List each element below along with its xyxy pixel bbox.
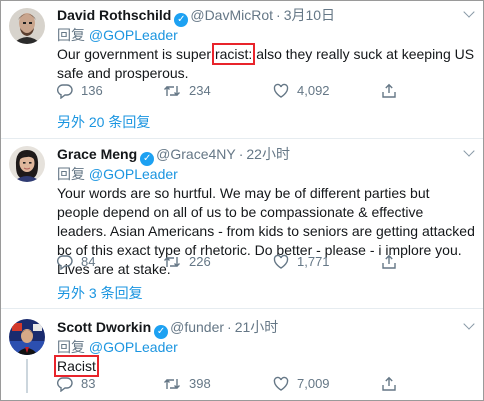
like-count: 1,771 bbox=[297, 254, 330, 269]
tweet-actions: 83 398 7,009 bbox=[57, 375, 477, 393]
chevron-down-icon[interactable] bbox=[463, 145, 475, 157]
tweet-header: David Rothschild ✓ @DavMicRot · 3月10日 bbox=[57, 6, 475, 27]
separator: · bbox=[238, 146, 244, 162]
separator: · bbox=[227, 319, 232, 335]
share-icon bbox=[382, 376, 396, 391]
reply-button[interactable]: 83 bbox=[57, 375, 95, 393]
reply-icon bbox=[57, 255, 73, 270]
chevron-down-icon[interactable] bbox=[463, 318, 475, 330]
reply-icon bbox=[57, 377, 73, 392]
separator: · bbox=[276, 7, 281, 23]
like-button[interactable]: 1,771 bbox=[273, 253, 330, 271]
share-icon bbox=[382, 83, 396, 98]
reply-count: 83 bbox=[81, 376, 96, 391]
tweet-replies-panel: David Rothschild ✓ @DavMicRot · 3月10日 回复 @GO… bbox=[0, 0, 484, 401]
author-handle[interactable]: @DavMicRot bbox=[190, 7, 273, 23]
timestamp[interactable]: 3月10日 bbox=[284, 7, 335, 23]
tweet-text: Our government is super racist: also the… bbox=[57, 43, 475, 83]
author-name[interactable]: David Rothschild bbox=[57, 7, 171, 23]
retweet-icon bbox=[164, 86, 180, 96]
retweet-button[interactable]: 234 bbox=[163, 82, 211, 100]
timestamp[interactable]: 21小时 bbox=[235, 319, 279, 335]
author-name[interactable]: Scott Dworkin bbox=[57, 319, 151, 335]
like-icon bbox=[273, 83, 289, 98]
divider bbox=[1, 308, 483, 309]
author-name[interactable]: Grace Meng bbox=[57, 146, 137, 162]
like-count: 4,092 bbox=[297, 83, 330, 98]
retweet-icon bbox=[164, 257, 180, 267]
chevron-down-icon[interactable] bbox=[463, 6, 475, 18]
tweet-actions: 84 226 1,771 bbox=[57, 253, 477, 271]
divider bbox=[1, 138, 483, 139]
retweet-icon bbox=[164, 379, 180, 389]
avatar[interactable] bbox=[9, 146, 45, 182]
reply-label: 回复 bbox=[57, 27, 85, 43]
reply-context: 回复 @GOPLeader bbox=[57, 338, 475, 356]
reply-button[interactable]: 136 bbox=[57, 82, 103, 100]
retweet-count: 226 bbox=[189, 254, 211, 269]
tweet-text: Racist bbox=[54, 355, 475, 377]
mention-link[interactable]: @GOPLeader bbox=[89, 27, 178, 43]
tweet-header: Scott Dworkin ✓ @funder · 21小时 bbox=[57, 318, 475, 339]
reply-label: 回复 bbox=[57, 166, 85, 182]
retweet-count: 234 bbox=[189, 83, 211, 98]
author-handle[interactable]: @funder bbox=[170, 319, 224, 335]
like-button[interactable]: 7,009 bbox=[273, 375, 330, 393]
avatar[interactable] bbox=[9, 8, 45, 44]
show-more-replies-link[interactable]: 另外 20 条回复 bbox=[57, 113, 150, 131]
like-button[interactable]: 4,092 bbox=[273, 82, 330, 100]
like-icon bbox=[273, 254, 289, 269]
avatar[interactable] bbox=[9, 319, 45, 355]
share-button[interactable] bbox=[381, 375, 405, 393]
verified-badge-icon: ✓ bbox=[174, 13, 189, 27]
verified-badge-icon: ✓ bbox=[154, 325, 169, 339]
reply-label: 回复 bbox=[57, 339, 85, 355]
tweet-text-part: Our government is super bbox=[57, 46, 215, 62]
timestamp[interactable]: 22小时 bbox=[246, 146, 290, 162]
like-icon bbox=[273, 376, 289, 391]
retweet-button[interactable]: 398 bbox=[163, 375, 211, 393]
like-count: 7,009 bbox=[297, 376, 330, 391]
share-button[interactable] bbox=[381, 253, 405, 271]
reply-icon bbox=[57, 84, 73, 99]
mention-link[interactable]: @GOPLeader bbox=[89, 166, 178, 182]
thread-line bbox=[26, 359, 28, 393]
tweet-actions: 136 234 4,092 bbox=[57, 82, 477, 100]
show-more-replies-link[interactable]: 另外 3 条回复 bbox=[57, 284, 143, 302]
reply-context: 回复 @GOPLeader bbox=[57, 26, 475, 44]
retweet-button[interactable]: 226 bbox=[163, 253, 211, 271]
reply-count: 136 bbox=[81, 83, 103, 98]
reply-button[interactable]: 84 bbox=[57, 253, 95, 271]
reply-count: 84 bbox=[81, 254, 96, 269]
share-button[interactable] bbox=[381, 82, 405, 100]
highlighted-word: racist: bbox=[211, 43, 256, 65]
verified-badge-icon: ✓ bbox=[140, 152, 155, 166]
mention-link[interactable]: @GOPLeader bbox=[89, 339, 178, 355]
retweet-count: 398 bbox=[189, 376, 211, 391]
highlighted-word: Racist bbox=[54, 355, 99, 377]
reply-context: 回复 @GOPLeader bbox=[57, 165, 475, 183]
author-handle[interactable]: @Grace4NY bbox=[156, 146, 236, 162]
tweet-header: Grace Meng ✓ @Grace4NY · 22小时 bbox=[57, 145, 475, 166]
share-icon bbox=[382, 254, 396, 269]
